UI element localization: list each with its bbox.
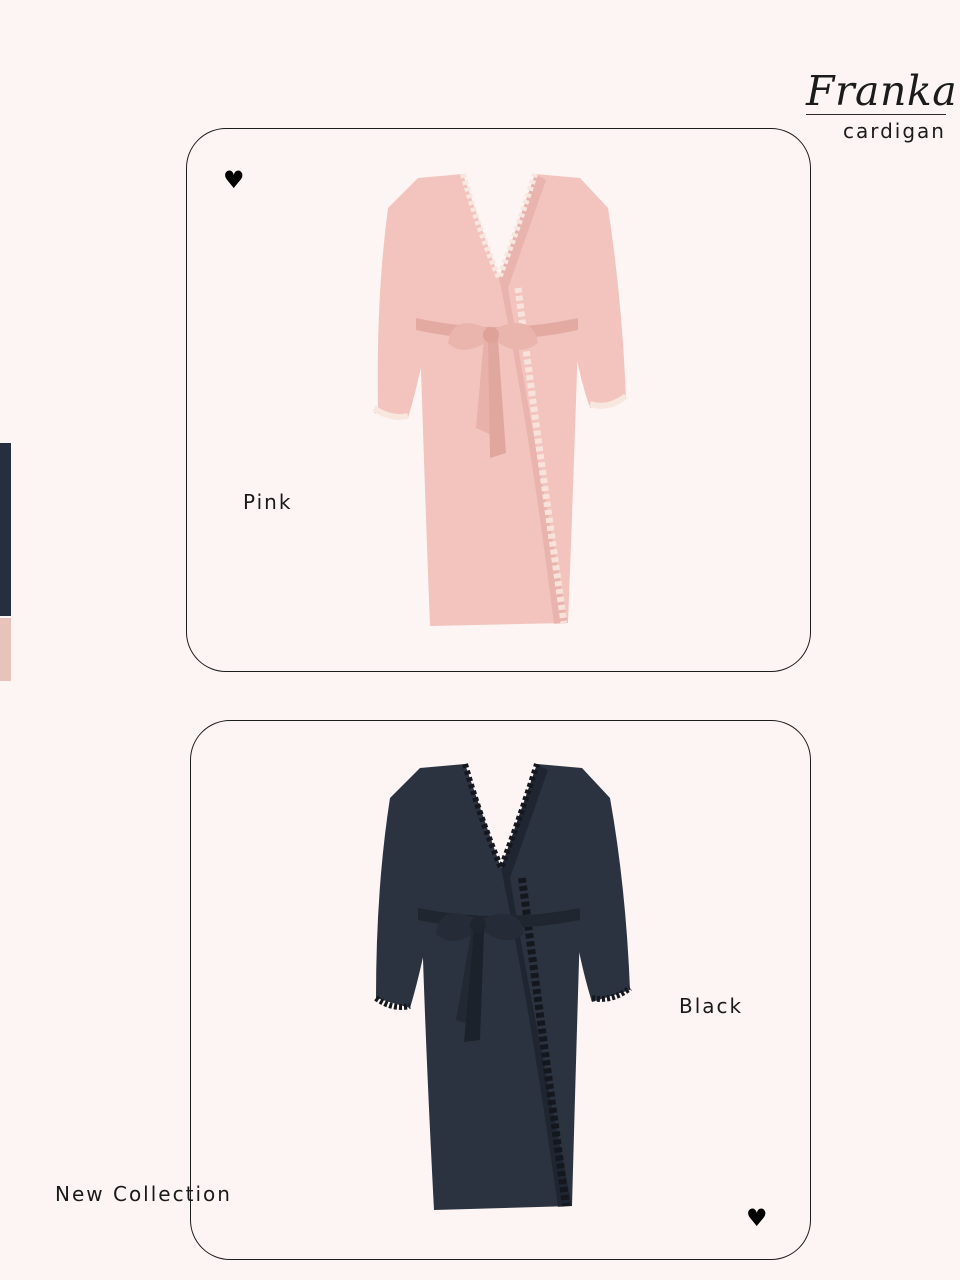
brand-block: Franka cardigan [806, 67, 958, 143]
brand-title: Franka [806, 67, 958, 115]
collection-label: New Collection [55, 1182, 232, 1206]
color-label-pink: Pink [243, 490, 293, 514]
color-label-black: Black [679, 994, 744, 1018]
color-swatch-pink[interactable] [0, 618, 11, 681]
color-swatch-navy[interactable] [0, 443, 11, 616]
robe-image-black [374, 763, 632, 1210]
brand-subtitle: cardigan [842, 119, 946, 143]
heart-icon[interactable]: ♥ [746, 1206, 768, 1230]
robe-image-pink [372, 173, 628, 626]
heart-icon[interactable]: ♥ [223, 168, 245, 192]
